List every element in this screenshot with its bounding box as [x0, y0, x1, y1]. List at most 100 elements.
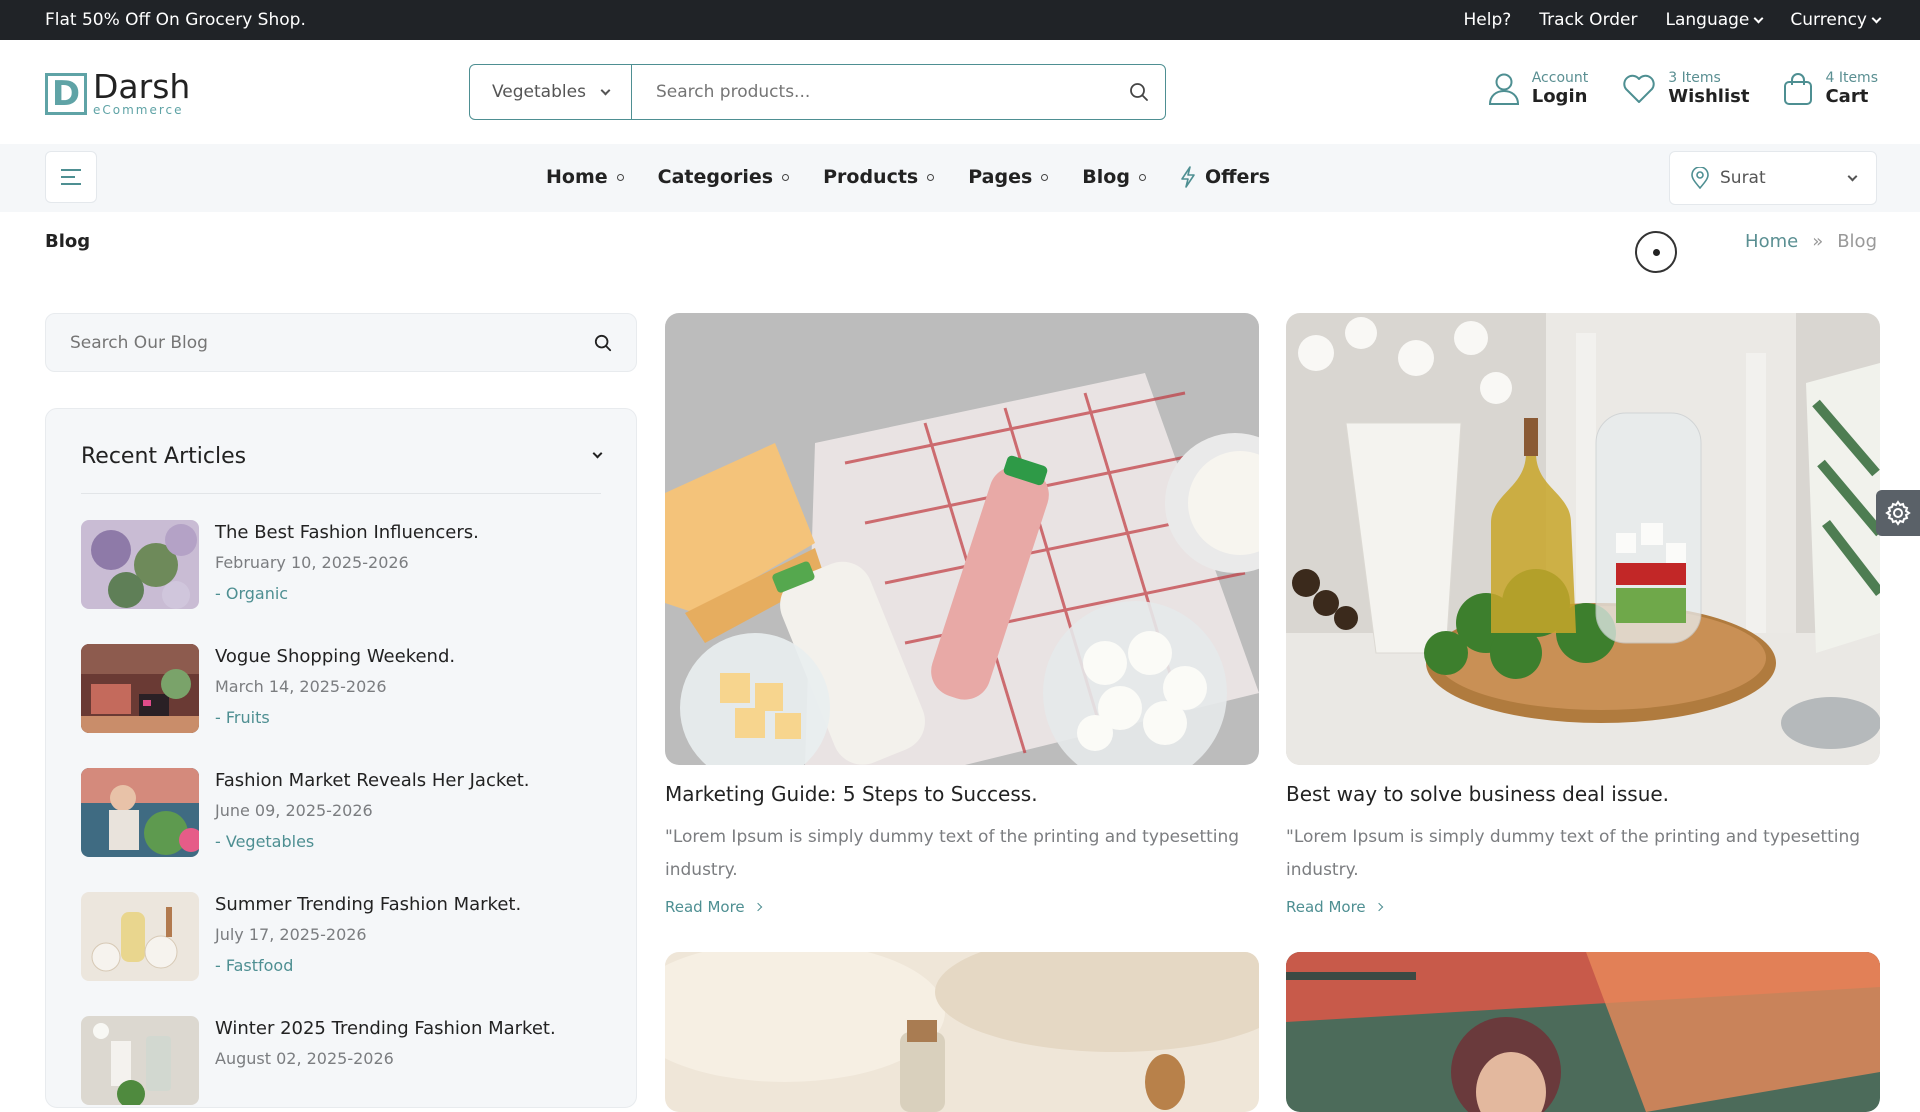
- nav-blog[interactable]: Blog: [1082, 166, 1146, 188]
- article-category[interactable]: - Vegetables: [215, 832, 314, 851]
- nav-products-label: Products: [823, 166, 919, 188]
- cart-big: Cart: [1825, 86, 1869, 107]
- article-thumbnail: [81, 768, 199, 857]
- search-icon[interactable]: [594, 334, 612, 352]
- article-thumbnail: [81, 520, 199, 609]
- article-category[interactable]: - Fastfood: [215, 956, 293, 975]
- article-date: March 14, 2025-2026: [215, 677, 387, 696]
- article-title: Winter 2025 Trending Fashion Market.: [215, 1018, 556, 1039]
- read-more-link[interactable]: Read More: [665, 898, 762, 916]
- logo-tagline: eCommerce: [93, 103, 184, 117]
- top-bar: Flat 50% Off On Grocery Shop. Help? Trac…: [0, 0, 1920, 40]
- category-select[interactable]: Vegetables: [470, 65, 632, 119]
- location-select[interactable]: Surat: [1669, 151, 1877, 205]
- chevron-down-icon: [1871, 13, 1882, 23]
- chevron-down-icon: [1847, 171, 1858, 181]
- recent-article[interactable]: Vogue Shopping Weekend. March 14, 2025-2…: [81, 644, 601, 734]
- chevron-down-icon: [600, 85, 611, 95]
- logo[interactable]: D Darsh eCommerce: [45, 70, 190, 117]
- article-title: Summer Trending Fashion Market.: [215, 894, 522, 915]
- settings-button[interactable]: [1876, 490, 1920, 536]
- shopping-bag-icon: [1784, 72, 1813, 105]
- main-nav: Home Categories Products Pages Blog Offe…: [0, 144, 1920, 212]
- chevron-down-icon: [1753, 13, 1764, 23]
- blog-post-card: Best way to solve business deal issue. "…: [1286, 313, 1880, 933]
- blog-post-title[interactable]: Best way to solve business deal issue.: [1286, 782, 1669, 806]
- blog-post-title[interactable]: Marketing Guide: 5 Steps to Success.: [665, 782, 1038, 806]
- nav-home[interactable]: Home: [546, 166, 624, 188]
- wishlist-small: 3 Items: [1668, 70, 1721, 86]
- blog-search: [45, 313, 637, 372]
- blog-post-image[interactable]: [1286, 952, 1880, 1112]
- logo-mark: D: [45, 72, 87, 115]
- user-icon: [1488, 73, 1519, 105]
- cart-button[interactable]: 4 Items Cart: [1783, 70, 1878, 107]
- article-thumbnail: [81, 1016, 199, 1105]
- account-small: Account: [1531, 70, 1589, 86]
- nav-offers[interactable]: Offers: [1180, 166, 1270, 188]
- nav-pages[interactable]: Pages: [968, 166, 1049, 188]
- blog-post-image[interactable]: [665, 952, 1259, 1112]
- nav-links: Home Categories Products Pages Blog Offe…: [546, 166, 1270, 188]
- article-title: Fashion Market Reveals Her Jacket.: [215, 770, 530, 791]
- dot-icon: [782, 173, 790, 181]
- menu-toggle-button[interactable]: [45, 151, 97, 203]
- nav-offers-label: Offers: [1204, 166, 1271, 188]
- article-title: Vogue Shopping Weekend.: [215, 646, 456, 667]
- article-title: The Best Fashion Influencers.: [215, 522, 479, 543]
- logo-name: Darsh: [93, 67, 191, 106]
- cart-small: 4 Items: [1825, 70, 1878, 86]
- blog-post-card: Marketing Guide: 5 Steps to Success. "Lo…: [665, 313, 1259, 933]
- blog-post-excerpt: "Lorem Ipsum is simply dummy text of the…: [665, 827, 1240, 880]
- language-dropdown[interactable]: Language: [1666, 10, 1764, 30]
- header-actions: Account Login 3 Items Wishlist 4 Items Cart: [1488, 70, 1878, 107]
- product-search: Vegetables: [469, 64, 1166, 120]
- search-button[interactable]: [1113, 65, 1165, 119]
- blog-post-image[interactable]: [665, 313, 1259, 765]
- blog-post-image[interactable]: [1286, 313, 1880, 765]
- track-order-label: Track Order: [1539, 10, 1638, 30]
- gear-icon: [1885, 500, 1911, 526]
- recent-articles-panel: Recent Articles The Best Fashion Influen…: [45, 408, 637, 1108]
- menu-icon: [61, 169, 81, 185]
- recent-article[interactable]: The Best Fashion Influencers. February 1…: [81, 520, 601, 610]
- recent-articles-title: Recent Articles: [81, 444, 247, 469]
- chevron-down-icon: [592, 448, 603, 459]
- breadcrumb-home[interactable]: Home: [1745, 231, 1798, 252]
- header: D Darsh eCommerce Vegetables AccountLogi…: [0, 40, 1920, 144]
- dot-icon: [616, 173, 624, 181]
- blog-search-input[interactable]: [70, 332, 570, 353]
- nav-blog-label: Blog: [1082, 166, 1130, 188]
- article-category[interactable]: - Organic: [215, 584, 288, 603]
- recent-article[interactable]: Fashion Market Reveals Her Jacket. June …: [81, 768, 601, 858]
- wishlist-button[interactable]: 3 Items Wishlist: [1622, 70, 1749, 107]
- nav-products[interactable]: Products: [823, 166, 935, 188]
- article-category[interactable]: - Fruits: [215, 708, 270, 727]
- currency-dropdown[interactable]: Currency: [1790, 10, 1882, 30]
- breadcrumb-current: Blog: [1837, 231, 1877, 252]
- nav-categories[interactable]: Categories: [657, 166, 790, 188]
- search-input[interactable]: [632, 65, 1113, 119]
- blog-post-card: [665, 952, 1259, 1112]
- article-date: June 09, 2025-2026: [215, 801, 373, 820]
- track-order-link[interactable]: Track Order: [1539, 10, 1637, 30]
- nav-home-label: Home: [546, 166, 608, 188]
- account-button[interactable]: Account Login: [1488, 70, 1589, 107]
- page-title: Blog: [45, 231, 91, 252]
- read-more-link[interactable]: Read More: [1286, 898, 1383, 916]
- article-thumbnail: [81, 892, 199, 981]
- promo-text: Flat 50% Off On Grocery Shop.: [45, 10, 306, 30]
- blog-post-excerpt: "Lorem Ipsum is simply dummy text of the…: [1286, 827, 1861, 880]
- chevron-right-icon: [753, 902, 762, 912]
- article-date: August 02, 2025-2026: [215, 1049, 394, 1068]
- recent-article[interactable]: Summer Trending Fashion Market. July 17,…: [81, 892, 601, 982]
- read-more-label: Read More: [1286, 898, 1366, 916]
- recent-article[interactable]: Winter 2025 Trending Fashion Market. Aug…: [81, 1016, 601, 1106]
- article-date: July 17, 2025-2026: [215, 925, 367, 944]
- help-link[interactable]: Help?: [1464, 10, 1512, 30]
- heart-icon: [1623, 74, 1655, 103]
- loading-indicator: [1635, 231, 1677, 273]
- article-date: February 10, 2025-2026: [215, 553, 409, 572]
- nav-categories-label: Categories: [657, 166, 774, 188]
- recent-articles-header[interactable]: Recent Articles: [81, 444, 603, 494]
